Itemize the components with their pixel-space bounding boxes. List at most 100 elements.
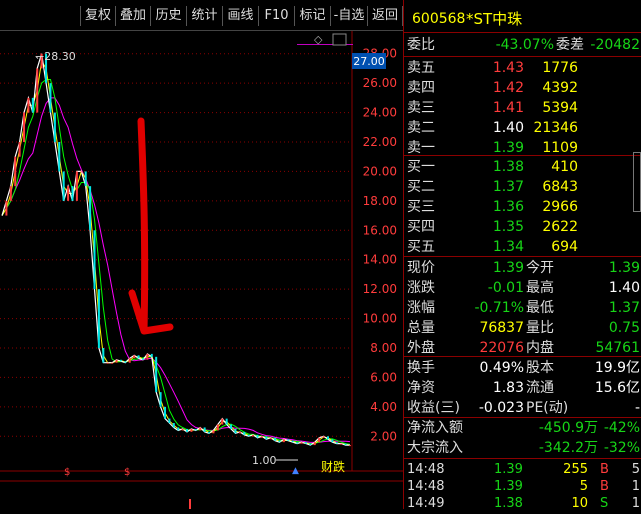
svg-text:↽28.30: ↽28.30	[35, 50, 76, 63]
candle-body	[203, 427, 206, 432]
quote-label: 涨幅	[407, 300, 435, 316]
bid-volume: 2966	[542, 199, 578, 215]
fundamental-label-2: PE(动)	[526, 400, 569, 416]
candle-body	[225, 418, 228, 425]
bid-price: 1.34	[492, 239, 524, 255]
candle-body	[274, 437, 277, 441]
bid-label: 买五	[407, 239, 435, 255]
bid-label: 买一	[407, 159, 435, 175]
flow-row: 大宗流入 -342.2万 -32%	[404, 438, 641, 458]
candle-body	[75, 171, 78, 201]
candle-body	[71, 186, 74, 201]
bid-volume: 410	[551, 159, 578, 175]
quote-value-2: 0.75	[608, 320, 640, 336]
candle-body	[5, 200, 8, 216]
bid-row[interactable]: 买五 1.34 694	[404, 237, 641, 257]
overlay-button[interactable]: 叠加	[115, 6, 150, 26]
fundamental-label: 净资	[407, 380, 435, 396]
bid-label: 买三	[407, 199, 435, 215]
quote-row: 外盘 22076 内盘 54761	[404, 338, 641, 358]
candle-body	[102, 348, 105, 363]
ask-row[interactable]: 卖二 1.40 21346	[404, 118, 641, 138]
candle-body	[146, 353, 149, 360]
y-tick-label: 12.00	[363, 282, 397, 296]
bid-price: 1.36	[492, 199, 524, 215]
weibi-label: 委比	[407, 37, 435, 53]
statistics-button[interactable]: 统计	[186, 6, 222, 26]
ask-volume: 21346	[533, 120, 578, 136]
bid-volume: 2622	[542, 219, 578, 235]
quote-label: 总量	[407, 320, 435, 336]
bid-volume: 694	[551, 239, 578, 255]
candle-body	[58, 142, 61, 172]
bid-row[interactable]: 买一 1.38 410	[404, 157, 641, 177]
candle-body	[234, 428, 237, 434]
ask-row[interactable]: 卖五 1.43 1776	[404, 58, 641, 78]
quote-panel: 600568 *ST中珠 委比 -43.07% 委差 -20482 卖五 1.4…	[403, 0, 641, 511]
candle-body	[9, 186, 12, 201]
candle-body	[163, 406, 166, 419]
watchlist-button[interactable]: -自选	[330, 6, 367, 26]
toggle-icon[interactable]	[332, 33, 347, 46]
fundamental-label: 收益(三)	[407, 400, 460, 416]
candle-body	[84, 171, 87, 187]
flow-pct: -32%	[603, 440, 640, 456]
candle-body	[318, 437, 321, 443]
candle-body	[335, 442, 338, 444]
candle-body	[344, 443, 347, 446]
candle-body	[282, 439, 285, 443]
history-button[interactable]: 历史	[150, 6, 186, 26]
ask-price: 1.42	[492, 80, 524, 96]
stock-code: 600568	[412, 11, 466, 27]
candle-body	[313, 442, 316, 446]
bid-row[interactable]: 买四 1.35 2622	[404, 217, 641, 237]
candle-body	[265, 436, 268, 440]
ask-row[interactable]: 卖四 1.42 4392	[404, 78, 641, 98]
candle-body	[238, 431, 241, 434]
ask-label: 卖五	[407, 60, 435, 76]
fundamental-value: -0.023	[478, 400, 524, 416]
fundamental-label-2: 股本	[526, 360, 554, 376]
ask-volume: 5394	[542, 100, 578, 116]
back-button[interactable]: 返回	[367, 6, 403, 26]
annotation-arrow	[128, 117, 174, 335]
draw-line-button[interactable]: 画线	[222, 6, 258, 26]
tick-volume: 10	[571, 496, 588, 511]
scrollbar[interactable]	[633, 152, 641, 212]
candle-body	[190, 428, 193, 432]
weicha-value: -20482	[590, 37, 640, 53]
flow-value: -450.9万	[538, 420, 598, 436]
candle-body	[53, 112, 56, 142]
candle-body	[291, 440, 294, 443]
candle-body	[186, 428, 189, 432]
diamond-icon[interactable]: ◇	[314, 33, 323, 46]
candle-body	[349, 445, 351, 447]
tick-count: 1	[631, 496, 640, 511]
quote-value-2: 1.39	[608, 260, 640, 276]
mark-button[interactable]: 标记	[294, 6, 330, 26]
candle-body	[155, 356, 158, 393]
quote-row: 涨跌 -0.01 最高 1.40	[404, 278, 641, 298]
quote-value-2: 1.40	[608, 280, 640, 296]
candle-body	[168, 418, 171, 424]
bid-row[interactable]: 买二 1.37 6843	[404, 177, 641, 197]
bid-row[interactable]: 买三 1.36 2966	[404, 197, 641, 217]
quote-label: 现价	[407, 260, 435, 276]
kline-chart[interactable]: 28.0026.0024.0022.0020.0018.0016.0014.00…	[0, 31, 403, 509]
fuquan-button[interactable]: 复权	[80, 6, 115, 26]
candle-body	[159, 392, 162, 407]
bid-price: 1.37	[492, 179, 524, 195]
candle-body	[260, 436, 263, 438]
candle-body	[340, 443, 343, 445]
ask-row[interactable]: 卖三 1.41 5394	[404, 98, 641, 118]
candle-body	[278, 440, 281, 443]
candle-body	[300, 442, 303, 444]
stock-name: *ST中珠	[466, 10, 523, 28]
fundamental-value-2: 19.9亿	[594, 360, 640, 376]
f10-button[interactable]: F10	[258, 6, 294, 26]
fundamental-value-2: 15.6亿	[594, 380, 640, 396]
flow-value: -342.2万	[538, 440, 598, 456]
high-label: 28.30	[44, 50, 76, 63]
quote-value: -0.71%	[474, 300, 524, 316]
ask-price: 1.43	[492, 60, 524, 76]
